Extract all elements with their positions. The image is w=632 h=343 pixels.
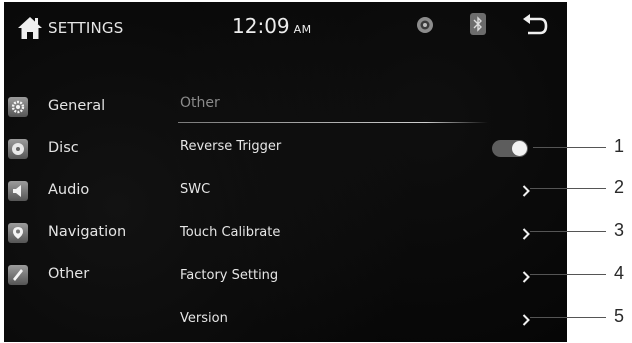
setting-row-version[interactable]: Version bbox=[174, 304, 534, 334]
page-title: SETTINGS bbox=[48, 19, 124, 37]
sidebar-item-label: Other bbox=[48, 266, 90, 282]
wrench-icon bbox=[8, 265, 28, 285]
chevron-right-icon bbox=[522, 185, 530, 197]
setting-label: Version bbox=[180, 311, 228, 326]
sidebar-item-other[interactable]: Other bbox=[8, 260, 148, 290]
head-unit-screen: SETTINGS 12:09 AM General Disc Audio Nav… bbox=[4, 2, 567, 342]
callout-line-5 bbox=[530, 317, 606, 318]
speaker-icon bbox=[8, 181, 28, 201]
setting-label: Touch Calibrate bbox=[180, 225, 281, 240]
sidebar-item-label: Navigation bbox=[48, 224, 127, 240]
callout-number-4: 4 bbox=[614, 263, 625, 283]
clock: 12:09 AM bbox=[232, 14, 312, 38]
back-icon[interactable] bbox=[522, 14, 548, 38]
clock-time: 12:09 bbox=[232, 14, 290, 38]
bluetooth-icon bbox=[470, 13, 486, 35]
map-pin-icon bbox=[8, 223, 28, 243]
chevron-right-icon bbox=[522, 271, 530, 283]
callout-line-3 bbox=[530, 231, 606, 232]
sidebar-item-navigation[interactable]: Navigation bbox=[8, 218, 148, 248]
chevron-right-icon bbox=[522, 314, 530, 326]
section-divider bbox=[178, 122, 488, 123]
callout-number-3: 3 bbox=[614, 220, 625, 240]
setting-row-touch-calibrate[interactable]: Touch Calibrate bbox=[174, 218, 534, 248]
clock-ampm: AM bbox=[293, 23, 312, 36]
callout-number-1: 1 bbox=[614, 136, 625, 156]
callout-line-1 bbox=[533, 147, 606, 148]
setting-row-swc[interactable]: SWC bbox=[174, 175, 534, 205]
sidebar-item-disc[interactable]: Disc bbox=[8, 134, 148, 164]
callout-line-2 bbox=[530, 188, 606, 189]
callout-number-2: 2 bbox=[614, 177, 625, 197]
setting-label: Factory Setting bbox=[180, 268, 279, 283]
sidebar-item-label: Audio bbox=[48, 182, 90, 198]
setting-label: Reverse Trigger bbox=[180, 139, 282, 154]
gear-icon bbox=[8, 97, 28, 117]
setting-row-factory-setting[interactable]: Factory Setting bbox=[174, 261, 534, 291]
disc-icon bbox=[8, 139, 28, 159]
callout-line-4 bbox=[530, 274, 606, 275]
chevron-right-icon bbox=[522, 228, 530, 240]
sidebar-item-label: Disc bbox=[48, 140, 79, 156]
sidebar-item-label: General bbox=[48, 98, 106, 114]
callout-number-5: 5 bbox=[614, 306, 625, 326]
reverse-trigger-toggle[interactable] bbox=[492, 140, 528, 157]
toggle-knob bbox=[512, 141, 527, 156]
home-icon[interactable] bbox=[17, 15, 43, 41]
setting-row-reverse-trigger[interactable]: Reverse Trigger bbox=[174, 132, 534, 162]
sidebar-item-general[interactable]: General bbox=[8, 92, 148, 122]
disc-status-icon bbox=[417, 17, 433, 33]
sidebar-item-audio[interactable]: Audio bbox=[8, 176, 148, 206]
section-title: Other bbox=[180, 95, 220, 111]
setting-label: SWC bbox=[180, 182, 211, 197]
status-bar: SETTINGS 12:09 AM bbox=[4, 2, 567, 56]
